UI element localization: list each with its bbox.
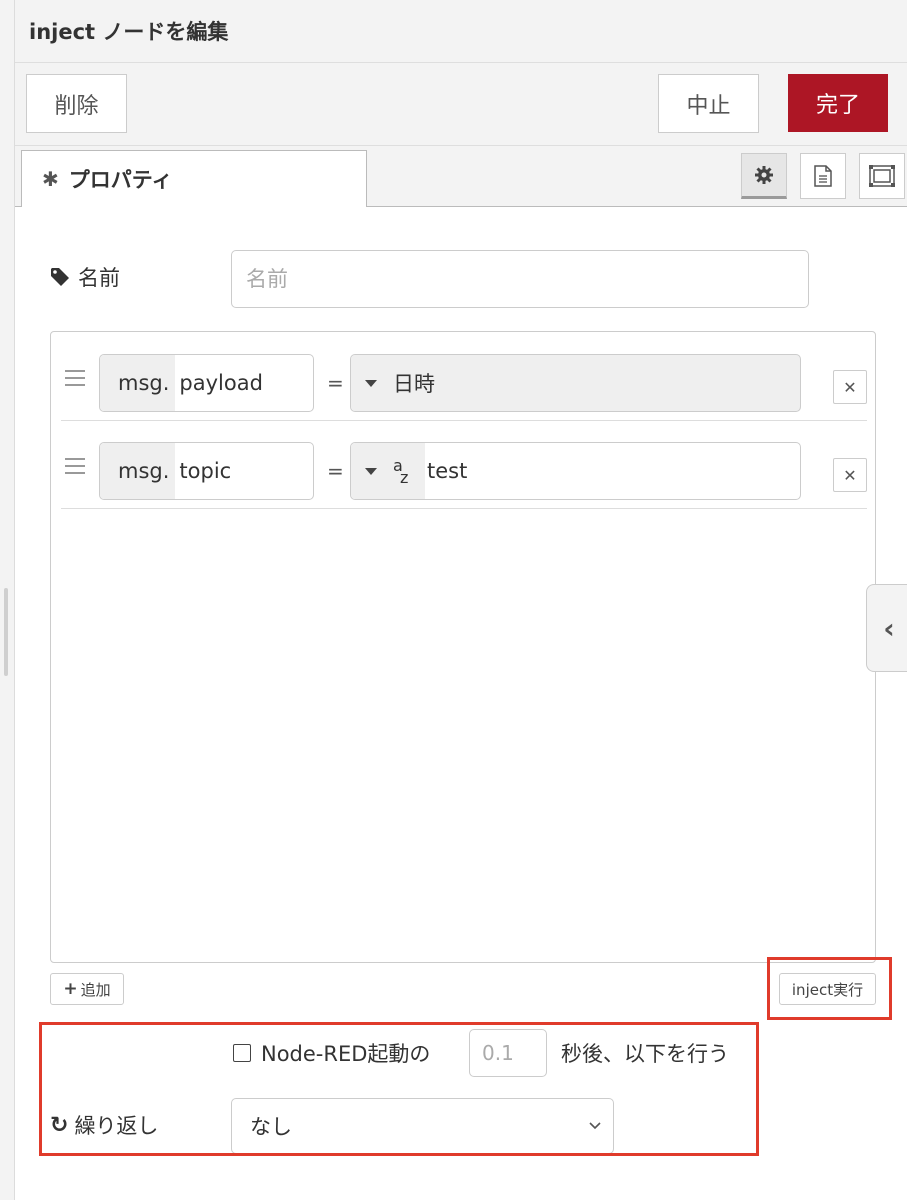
close-icon: ✕ [843, 377, 857, 397]
msg-prefix: msg. [100, 443, 176, 499]
gear-icon [755, 166, 773, 184]
property-row: msg. topic = a z test ✕ [61, 420, 867, 509]
remove-property-button[interactable]: ✕ [833, 370, 867, 404]
close-icon: ✕ [843, 465, 857, 485]
tab-properties-label: プロパティ [68, 168, 173, 192]
property-row: msg. payload = 日時 ✕ [61, 332, 867, 421]
sidebar-toggle-button[interactable]: ‹ [866, 584, 907, 672]
highlight-box [39, 1022, 759, 1156]
tab-settings[interactable] [741, 153, 787, 199]
highlight-box [767, 957, 892, 1020]
caret-down-icon [365, 379, 377, 387]
resize-grip[interactable] [4, 588, 8, 676]
plus-icon: + [63, 979, 78, 999]
delete-button[interactable]: 削除 [26, 74, 127, 133]
type-selector[interactable] [351, 355, 391, 411]
property-value-input[interactable]: a z test [350, 442, 801, 500]
property-value-input[interactable]: 日時 [350, 354, 801, 412]
property-list: msg. payload = 日時 ✕ msg. topic = a z tes… [50, 331, 876, 963]
property-key: topic [179, 459, 232, 483]
tab-description[interactable] [800, 153, 846, 199]
remove-property-button[interactable]: ✕ [833, 458, 867, 492]
tray-header: inject ノードを編集 [15, 0, 907, 63]
type-selector[interactable]: a z [351, 443, 425, 499]
property-value: test [427, 459, 468, 483]
done-button[interactable]: 完了 [788, 74, 888, 132]
page-title: inject ノードを編集 [29, 20, 229, 44]
msg-prefix: msg. [100, 355, 176, 411]
property-value: 日時 [393, 372, 435, 396]
equals-sign: = [327, 459, 344, 483]
cancel-button[interactable]: 中止 [658, 74, 759, 133]
property-key-input[interactable]: msg. topic [99, 442, 314, 500]
tab-bar: ✱ プロパティ [15, 146, 907, 207]
tray-toolbar: 削除 中止 完了 [15, 63, 907, 146]
tag-icon [51, 268, 69, 286]
appearance-icon [869, 165, 895, 187]
drag-handle-icon[interactable] [65, 370, 85, 391]
name-label-text: 名前 [78, 266, 120, 290]
string-az-icon: a z [393, 456, 409, 487]
drag-handle-icon[interactable] [65, 458, 85, 479]
gear-icon: ✱ [42, 167, 59, 191]
property-key-input[interactable]: msg. payload [99, 354, 314, 412]
name-label: 名前 [50, 262, 120, 292]
document-icon [814, 165, 832, 187]
add-label: 追加 [80, 980, 111, 999]
add-property-button[interactable]: + 追加 [50, 973, 124, 1005]
chevron-left-icon: ‹ [883, 611, 895, 645]
property-key: payload [179, 371, 263, 395]
name-input[interactable] [231, 250, 809, 308]
sidebar-resize-strip[interactable] [0, 0, 15, 1200]
tab-properties[interactable]: ✱ プロパティ [21, 150, 367, 207]
equals-sign: = [327, 371, 344, 395]
caret-down-icon [365, 467, 377, 475]
tab-appearance[interactable] [859, 153, 905, 199]
